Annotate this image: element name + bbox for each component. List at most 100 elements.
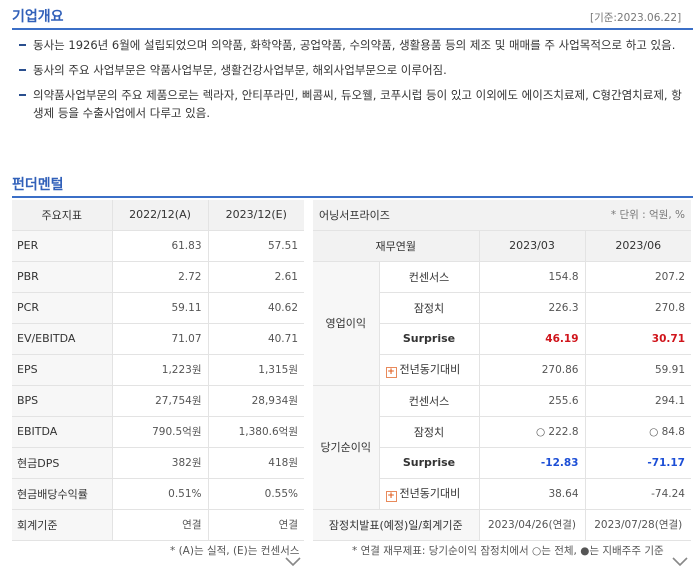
column-header: 2023/03	[478, 230, 585, 262]
indicator-label: PER	[12, 230, 113, 262]
table-row: 영업이익 컨센서스 154.8 207.2	[313, 261, 691, 386]
table-row: 잠정치발표(예정)일/회계기준 2023/04/26(연결) 2023/07/28(…	[313, 509, 691, 541]
unit-label: * 단위 : 억원, %	[479, 200, 691, 231]
indicator-value: 2.72	[112, 261, 209, 293]
table-row: 현금DPS 382원 418원	[12, 447, 304, 479]
metric-label-text: Surprise	[402, 456, 456, 469]
metric-value: 38.64	[478, 478, 585, 510]
metric-label-text: 잠정치	[413, 425, 445, 439]
overview-item: 의약품사업부문의 주요 제품으로는 렉라자, 안티푸라민, 삐콤씨, 듀오웰, …	[18, 86, 688, 122]
plus-icon[interactable]: +	[385, 491, 397, 502]
indicator-label: PBR	[12, 261, 113, 293]
metric-value: ○ 222.8	[478, 416, 585, 448]
table-row: EBITDA 790.5억원 1,380.6억원	[12, 416, 304, 448]
column-header: 주요지표	[12, 200, 113, 231]
fundamental-divider	[12, 196, 693, 198]
indicator-label: EV/EBITDA	[12, 323, 113, 355]
metric-value: -12.83	[478, 447, 585, 479]
overview-divider	[12, 28, 693, 30]
metric-label-text: Surprise	[402, 332, 456, 345]
metric-label: 잠정치	[378, 416, 479, 448]
column-header: 2022/12(A)	[112, 200, 209, 231]
table-row: 현금배당수익률 0.51% 0.55%	[12, 478, 304, 510]
indicator-label: BPS	[12, 385, 113, 417]
indicator-value: 59.11	[112, 292, 209, 324]
indicator-value: 418원	[208, 447, 304, 479]
release-date-value: 2023/07/28(연결)	[584, 509, 691, 541]
fundamental-footnote: * (A)는 실적, (E)는 컨센서스	[170, 545, 300, 557]
metric-label-text: 전년동기대비	[399, 487, 461, 500]
indicator-value: 1,315원	[208, 354, 304, 386]
table-row: EPS 1,223원 1,315원	[12, 354, 304, 386]
table-row: PER 61.83 57.51	[12, 230, 304, 262]
overview-title: 기업개요	[12, 9, 64, 25]
metric-label: 컨센서스	[378, 261, 479, 293]
metric-label-text: 컨센서스	[408, 394, 450, 408]
indicator-value: 2.61	[208, 261, 304, 293]
metric-value: 270.86	[478, 354, 585, 386]
table-row: PCR 59.11 40.62	[12, 292, 304, 324]
indicator-value: 382원	[112, 447, 209, 479]
chevron-down-icon[interactable]	[285, 557, 301, 567]
metric-value: -71.17	[584, 447, 691, 479]
release-date-value: 2023/04/26(연결)	[478, 509, 585, 541]
metric-label: 컨센서스	[378, 385, 479, 417]
column-header: 재무연월	[313, 230, 479, 262]
earnings-title: 어닝서프라이즈	[313, 200, 479, 231]
indicator-value: 61.83	[112, 230, 209, 262]
table-row: PBR 2.72 2.61	[12, 261, 304, 293]
metric-label: Surprise	[378, 323, 479, 355]
metric-value: 294.1	[584, 385, 691, 417]
release-date-label: 잠정치발표(예정)일/회계기준	[313, 509, 479, 541]
indicator-label: 현금배당수익률	[12, 478, 113, 510]
indicator-value: 790.5억원	[112, 416, 209, 448]
metric-label: Surprise	[378, 447, 479, 479]
earnings-surprise-table: 어닝서프라이즈 * 단위 : 억원, % 재무연월 2023/03 2023/06 영…	[313, 200, 691, 541]
column-header: 2023/12(E)	[208, 200, 304, 231]
indicator-value: 40.71	[208, 323, 304, 355]
indicator-value: 40.62	[208, 292, 304, 324]
indicator-value: 0.55%	[208, 478, 304, 510]
indicator-value: 연결	[208, 509, 304, 541]
metric-value: 207.2	[584, 261, 691, 293]
table-header-row: 재무연월 2023/03 2023/06	[313, 230, 691, 262]
metric-label-text: 잠정치	[413, 301, 445, 315]
indicator-value: 1,223원	[112, 354, 209, 386]
indicator-label: 현금DPS	[12, 447, 113, 479]
indicator-label: PCR	[12, 292, 113, 324]
indicator-value: 71.07	[112, 323, 209, 355]
metric-value: 46.19	[478, 323, 585, 355]
metric-label: 잠정치	[378, 292, 479, 324]
table-row: BPS 27,754원 28,934원	[12, 385, 304, 417]
table-row: 당기순이익 컨센서스 255.6 294.1	[313, 385, 691, 510]
indicator-value: 1,380.6억원	[208, 416, 304, 448]
table-row: EV/EBITDA 71.07 40.71	[12, 323, 304, 355]
group-label: 당기순이익	[313, 385, 379, 510]
metric-label-text: 컨센서스	[408, 270, 450, 284]
table-header-row: 주요지표 2022/12(A) 2023/12(E)	[12, 200, 304, 231]
overview-item: 동사의 주요 사업부문은 약품사업부문, 생활건강사업부문, 해외사업부문으로 …	[18, 61, 688, 79]
metric-value: 59.91	[584, 354, 691, 386]
reference-date: [기준:2023.06.22]	[590, 12, 682, 24]
chevron-down-icon[interactable]	[672, 557, 688, 567]
metric-label-text: 전년동기대비	[399, 363, 461, 376]
indicator-label: EBITDA	[12, 416, 113, 448]
metric-label: + 전년동기대비	[378, 354, 479, 386]
fundamental-title: 펀더멘털	[12, 177, 64, 193]
metric-value: -74.24	[584, 478, 691, 510]
table-row: 회계기준 연결 연결	[12, 509, 304, 541]
metric-value: 255.6	[478, 385, 585, 417]
fundamental-table: 주요지표 2022/12(A) 2023/12(E) PER 61.83 57.51…	[12, 200, 304, 541]
metric-value: 30.71	[584, 323, 691, 355]
plus-icon[interactable]: +	[385, 367, 397, 378]
indicator-value: 27,754원	[112, 385, 209, 417]
column-header: 2023/06	[584, 230, 691, 262]
earnings-footnote: * 연결 재무제표: 당기순이익 잠정치에서 ○는 전체, ●는 지배주주 기준	[352, 545, 664, 557]
indicator-value: 연결	[112, 509, 209, 541]
indicator-value: 28,934원	[208, 385, 304, 417]
overview-item: 동사는 1926년 6월에 설립되었으며 의약품, 화학약품, 공업약품, 수의…	[18, 36, 688, 54]
overview-list: 동사는 1926년 6월에 설립되었으며 의약품, 화학약품, 공업약품, 수의…	[18, 36, 688, 129]
metric-value: ○ 84.8	[584, 416, 691, 448]
indicator-label: EPS	[12, 354, 113, 386]
metric-label: + 전년동기대비	[378, 478, 479, 510]
